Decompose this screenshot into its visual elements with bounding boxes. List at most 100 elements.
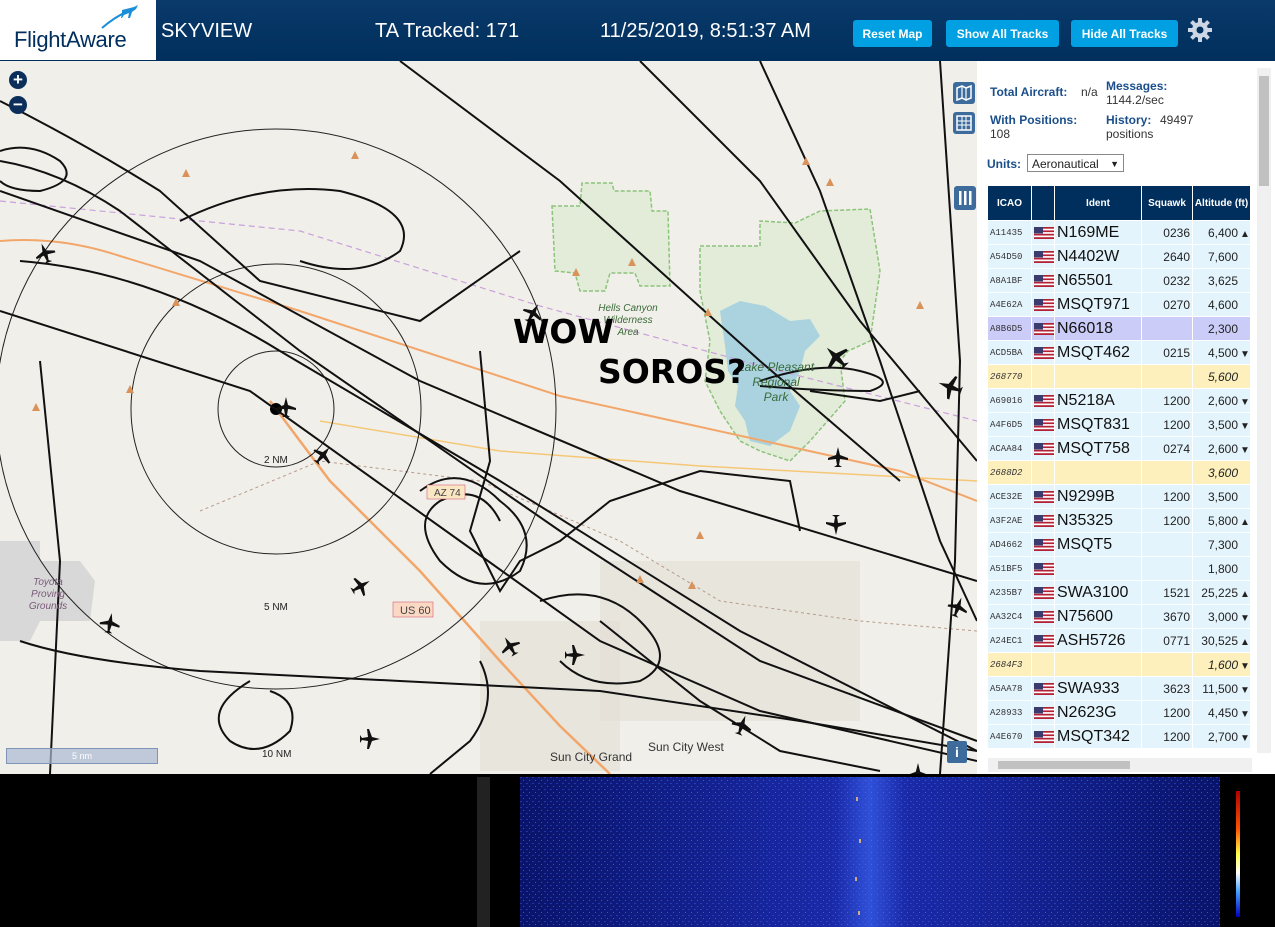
table-row[interactable]: A8A1BF N65501 0232 3,625 xyxy=(988,269,1250,292)
cell-altitude: 7,300 xyxy=(1193,533,1250,556)
cell-ident: MSQT831 xyxy=(1055,413,1141,436)
us-flag-icon xyxy=(1034,347,1054,360)
cell-flag xyxy=(1032,437,1054,460)
us-flag-icon xyxy=(1034,275,1054,288)
cell-ident: N2623G xyxy=(1055,701,1141,724)
col-header-squawk[interactable]: Squawk xyxy=(1142,186,1192,220)
cell-squawk xyxy=(1142,461,1192,484)
table-row[interactable]: A3F2AE N35325 1200 5,800 ▲ xyxy=(988,509,1250,532)
col-header-flag[interactable] xyxy=(1032,186,1054,220)
range-rings-button[interactable] xyxy=(953,112,975,134)
map-info-button[interactable]: i xyxy=(947,741,967,763)
altitude-value: 2,300 xyxy=(1207,321,1238,336)
total-aircraft-label: Total Aircraft: xyxy=(990,85,1068,99)
altitude-trend-icon: ▲ xyxy=(1240,228,1250,240)
cell-flag xyxy=(1032,557,1054,580)
us-flag-icon xyxy=(1034,515,1054,528)
cell-flag xyxy=(1032,245,1054,268)
table-row[interactable]: A54D50 N4402W 2640 7,600 xyxy=(988,245,1250,268)
road-az74 xyxy=(319,420,977,482)
chevron-down-icon: ▼ xyxy=(1110,159,1119,169)
cell-icao: 2688D2 xyxy=(988,461,1031,484)
table-row[interactable]: AA32C4 N75600 3670 3,000 ▼ xyxy=(988,605,1250,628)
cell-icao: AD4662 xyxy=(988,533,1031,556)
table-row[interactable]: 2688D2 3,600 xyxy=(988,461,1250,484)
table-row[interactable]: A235B7 SWA3100 1521 25,225 ▲ xyxy=(988,581,1250,604)
cell-squawk: 0236 xyxy=(1142,221,1192,244)
us-flag-icon xyxy=(1034,635,1054,648)
history-unit: positions xyxy=(1106,127,1154,141)
col-header-icao[interactable]: ICAO xyxy=(988,186,1031,220)
table-row[interactable]: A24EC1 ASH5726 0771 30,525 ▲ xyxy=(988,629,1250,652)
map-canvas[interactable]: AZ 74 US 60 2 NM 5 NM 10 NM Hells Canyon… xyxy=(0,61,977,774)
cell-altitude: 2,600 ▼ xyxy=(1193,437,1250,460)
reset-map-button[interactable]: Reset Map xyxy=(853,20,932,47)
cell-ident: SWA933 xyxy=(1055,677,1141,700)
panel-vertical-scroll-thumb[interactable] xyxy=(1259,76,1269,186)
altitude-value: 3,500 xyxy=(1207,489,1238,504)
zoom-out-button[interactable]: − xyxy=(9,96,27,114)
cell-squawk xyxy=(1142,653,1192,676)
cell-squawk: 0215 xyxy=(1142,341,1192,364)
us-flag-icon xyxy=(1034,491,1054,504)
table-row[interactable]: A4F6D5 MSQT831 1200 3,500 ▼ xyxy=(988,413,1250,436)
cell-icao: A5AA78 xyxy=(988,677,1031,700)
altitude-trend-icon: ▼ xyxy=(1240,348,1250,360)
aircraft-table: ICAO Ident Squawk Altitude (ft) A11435 N1… xyxy=(987,185,1251,749)
cell-ident: N75600 xyxy=(1055,605,1141,628)
altitude-trend-icon: ▼ xyxy=(1240,732,1250,744)
table-row[interactable]: A51BF5 1,800 xyxy=(988,557,1250,580)
table-row[interactable]: A11435 N169ME 0236 6,400 ▲ xyxy=(988,221,1250,244)
units-select[interactable]: Aeronautical ▼ xyxy=(1027,154,1124,172)
table-row[interactable]: AD4662 MSQT5 7,300 xyxy=(988,533,1250,556)
table-row[interactable]: ACD5BA MSQT462 0215 4,500 ▼ xyxy=(988,341,1250,364)
table-row[interactable]: A8B6D5 N66018 2,300 xyxy=(988,317,1250,340)
map-view[interactable]: AZ 74 US 60 2 NM 5 NM 10 NM Hells Canyon… xyxy=(0,61,977,774)
zoom-in-button[interactable]: + xyxy=(9,71,27,89)
cell-ident: N66018 xyxy=(1055,317,1141,340)
map-layer-button[interactable] xyxy=(953,82,975,104)
col-header-altitude[interactable]: Altitude (ft) xyxy=(1193,186,1250,220)
cell-flag xyxy=(1032,341,1054,364)
flightaware-logo[interactable]: FlightAware xyxy=(0,0,156,60)
table-row[interactable]: A69016 N5218A 1200 2,600 ▼ xyxy=(988,389,1250,412)
lake-pleasant-label-1: Lake Pleasant xyxy=(738,360,815,374)
altitude-value: 1,800 xyxy=(1207,561,1238,576)
cell-altitude: 4,500 ▼ xyxy=(1193,341,1250,364)
table-row[interactable]: A4E62A MSQT971 0270 4,600 xyxy=(988,293,1250,316)
altitude-value: 2,600 xyxy=(1207,441,1238,456)
col-header-ident[interactable]: Ident xyxy=(1055,186,1141,220)
us-flag-icon xyxy=(1034,299,1054,312)
altitude-trend-icon: ▲ xyxy=(1240,516,1250,528)
table-row[interactable]: A5AA78 SWA933 3623 11,500 ▼ xyxy=(988,677,1250,700)
altitude-value: 2,600 xyxy=(1207,393,1238,408)
table-row[interactable]: ACAA84 MSQT758 0274 2,600 ▼ xyxy=(988,437,1250,460)
cell-squawk: 1200 xyxy=(1142,485,1192,508)
table-row[interactable]: A4E670 MSQT342 1200 2,700 ▼ xyxy=(988,725,1250,748)
table-row[interactable]: A28933 N2623G 1200 4,450 ▼ xyxy=(988,701,1250,724)
cell-ident: N65501 xyxy=(1055,269,1141,292)
table-row[interactable]: 2684F3 1,600 ▼ xyxy=(988,653,1250,676)
current-datetime: 11/25/2019, 8:51:37 AM xyxy=(600,20,811,42)
messages-value: 1144.2/sec xyxy=(1106,93,1164,107)
cell-altitude: 11,500 ▼ xyxy=(1193,677,1250,700)
toggle-sidebar-button[interactable] xyxy=(954,186,976,210)
urban-area xyxy=(480,621,620,771)
altitude-trend-icon: ▼ xyxy=(1240,684,1250,696)
table-horizontal-scroll-thumb[interactable] xyxy=(998,761,1130,769)
hide-all-tracks-button[interactable]: Hide All Tracks xyxy=(1071,20,1178,47)
panel-divider[interactable] xyxy=(477,777,490,927)
cell-flag xyxy=(1032,677,1054,700)
altitude-trend-icon: ▲ xyxy=(1240,588,1250,600)
show-all-tracks-button[interactable]: Show All Tracks xyxy=(946,20,1059,47)
altitude-trend-icon: ▼ xyxy=(1240,444,1250,456)
cell-icao: ACD5BA xyxy=(988,341,1031,364)
us-flag-icon xyxy=(1034,419,1054,432)
table-row[interactable]: ACE32E N9299B 1200 3,500 xyxy=(988,485,1250,508)
table-row[interactable]: 268770 5,600 xyxy=(988,365,1250,388)
altitude-trend-icon: ▼ xyxy=(1240,612,1250,624)
aircraft-table-wrapper[interactable]: ICAO Ident Squawk Altitude (ft) A11435 N1… xyxy=(987,185,1251,764)
hells-canyon-label-3: Area xyxy=(616,327,639,338)
gear-icon[interactable] xyxy=(1186,16,1214,44)
cell-ident: N169ME xyxy=(1055,221,1141,244)
